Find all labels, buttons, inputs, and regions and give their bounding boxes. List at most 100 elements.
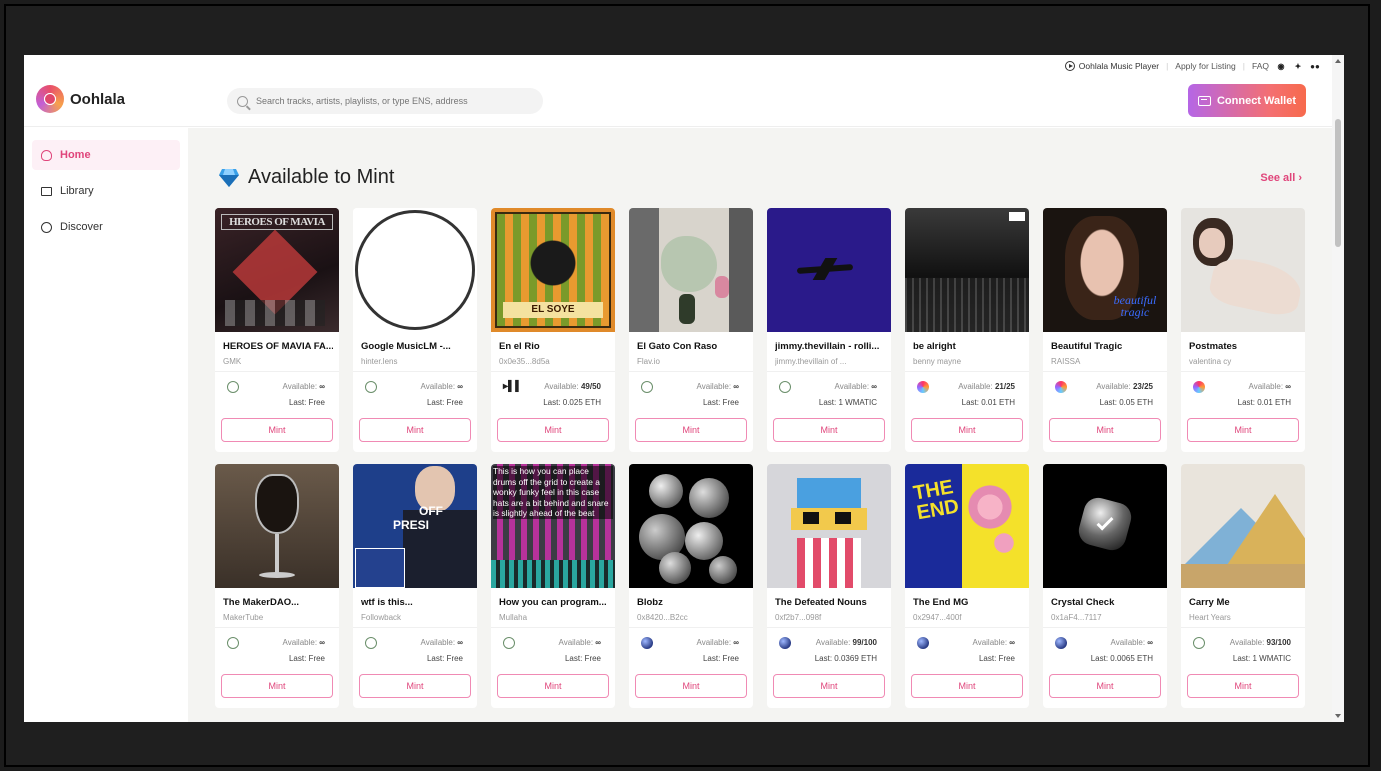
mint-button[interactable]: Mint <box>1049 418 1161 442</box>
track-title[interactable]: The MakerDAO... <box>223 597 333 608</box>
faq-link[interactable]: FAQ <box>1252 61 1269 71</box>
cover-art[interactable] <box>1043 464 1167 588</box>
scroll-up-arrow-icon[interactable] <box>1335 59 1341 63</box>
mint-button[interactable]: Mint <box>1187 674 1299 698</box>
sidebar-item-home[interactable]: Home <box>32 140 180 170</box>
track-artist[interactable]: 0x0e35...8d5a <box>499 357 609 366</box>
track-artist[interactable]: benny mayne <box>913 357 1023 366</box>
sidebar-item-library[interactable]: Library <box>32 176 180 206</box>
track-title[interactable]: The End MG <box>913 597 1023 608</box>
cover-art[interactable]: This is how you can place drums off the … <box>491 464 615 588</box>
search-bar[interactable] <box>227 88 543 114</box>
track-title[interactable]: Google MusicLM -... <box>361 341 471 352</box>
track-card[interactable]: THE END The End MG 0x2947...400f Availabl… <box>905 464 1029 708</box>
cover-art[interactable] <box>767 464 891 588</box>
mint-button[interactable]: Mint <box>359 418 471 442</box>
music-player-link[interactable]: Oohlala Music Player <box>1064 61 1159 71</box>
track-title[interactable]: Blobz <box>637 597 747 608</box>
track-title[interactable]: El Gato Con Raso <box>637 341 747 352</box>
cover-art[interactable] <box>1181 464 1305 588</box>
track-card[interactable]: Crystal Check 0x1aF4...7117 Available: ∞… <box>1043 464 1167 708</box>
track-card[interactable]: be alright benny mayne Available: 21/25 … <box>905 208 1029 452</box>
track-artist[interactable]: jimmy.thevillain of ... <box>775 357 885 366</box>
cover-art[interactable]: EL SOYE <box>491 208 615 332</box>
track-title[interactable]: Carry Me <box>1189 597 1299 608</box>
mint-button[interactable]: Mint <box>773 418 885 442</box>
track-card[interactable]: Google MusicLM -... hinter.lens Availabl… <box>353 208 477 452</box>
cover-art[interactable] <box>905 208 1029 332</box>
mint-button[interactable]: Mint <box>773 674 885 698</box>
cover-art[interactable] <box>767 208 891 332</box>
mint-button[interactable]: Mint <box>1187 418 1299 442</box>
cover-art[interactable] <box>629 208 753 332</box>
scrollbar-thumb[interactable] <box>1335 119 1341 247</box>
track-card[interactable]: Blobz 0x8420...B2cc Available: ∞ Last: F… <box>629 464 753 708</box>
cover-art[interactable] <box>215 464 339 588</box>
track-artist[interactable]: Flav.io <box>637 357 747 366</box>
track-title[interactable]: Postmates <box>1189 341 1299 352</box>
track-card[interactable]: HEROES OF MAVIA HEROES OF MAVIA FA... GM… <box>215 208 339 452</box>
track-artist[interactable]: 0x1aF4...7117 <box>1051 613 1161 622</box>
track-artist[interactable]: 0xf2b7...098f <box>775 613 885 622</box>
cover-art[interactable] <box>1181 208 1305 332</box>
track-artist[interactable]: Followback <box>361 613 471 622</box>
cover-art[interactable]: THE END <box>905 464 1029 588</box>
discord-icon[interactable]: ◉ <box>1276 61 1286 71</box>
track-artist[interactable]: RAISSA <box>1051 357 1161 366</box>
track-card[interactable]: Carry Me Heart Years Available: 93/100 L… <box>1181 464 1305 708</box>
track-card[interactable]: The MakerDAO... MakerTube Available: ∞ L… <box>215 464 339 708</box>
track-title[interactable]: be alright <box>913 341 1023 352</box>
mint-button[interactable]: Mint <box>1049 674 1161 698</box>
track-artist[interactable]: hinter.lens <box>361 357 471 366</box>
cover-art[interactable]: beautiful tragic <box>1043 208 1167 332</box>
track-card[interactable]: The Defeated Nouns 0xf2b7...098f Availab… <box>767 464 891 708</box>
track-card[interactable]: El Gato Con Raso Flav.io Available: ∞ La… <box>629 208 753 452</box>
cover-art[interactable]: HEROES OF MAVIA <box>215 208 339 332</box>
mint-button[interactable]: Mint <box>359 674 471 698</box>
track-artist[interactable]: MakerTube <box>223 613 333 622</box>
mint-button[interactable]: Mint <box>497 418 609 442</box>
mint-button[interactable]: Mint <box>221 674 333 698</box>
mint-button[interactable]: Mint <box>635 674 747 698</box>
search-input[interactable] <box>256 96 526 106</box>
mint-button[interactable]: Mint <box>635 418 747 442</box>
mint-button[interactable]: Mint <box>911 418 1023 442</box>
sidebar-item-discover[interactable]: Discover <box>32 212 180 242</box>
medium-icon[interactable]: ●● <box>1310 61 1320 71</box>
cover-art[interactable]: OFF PRESI <box>353 464 477 588</box>
track-title[interactable]: Beautiful Tragic <box>1051 341 1161 352</box>
apply-listing-link[interactable]: Apply for Listing <box>1175 61 1235 71</box>
track-title[interactable]: The Defeated Nouns <box>775 597 885 608</box>
twitter-icon[interactable]: ✦ <box>1293 61 1303 71</box>
track-artist[interactable]: GMK <box>223 357 333 366</box>
app-window: Oohlala Music Player | Apply for Listing… <box>24 55 1344 722</box>
track-card[interactable]: beautiful tragic Beautiful Tragic RAISSA… <box>1043 208 1167 452</box>
track-title[interactable]: wtf is this... <box>361 597 471 608</box>
track-card[interactable]: OFF PRESI wtf is this... Followback Avai… <box>353 464 477 708</box>
track-title[interactable]: jimmy.thevillain - rolli... <box>775 341 885 352</box>
brand-logo[interactable]: Oohlala <box>36 85 125 113</box>
mint-button[interactable]: Mint <box>221 418 333 442</box>
track-artist[interactable]: 0x8420...B2cc <box>637 613 747 622</box>
cover-art[interactable] <box>629 464 753 588</box>
divider <box>767 371 891 372</box>
connect-wallet-button[interactable]: Connect Wallet <box>1188 84 1306 117</box>
scroll-down-arrow-icon[interactable] <box>1335 714 1341 718</box>
track-card[interactable]: jimmy.thevillain - rolli... jimmy.thevil… <box>767 208 891 452</box>
cover-art[interactable] <box>353 208 477 332</box>
track-title[interactable]: How you can program... <box>499 597 609 608</box>
track-title[interactable]: Crystal Check <box>1051 597 1161 608</box>
track-artist[interactable]: valentina cy <box>1189 357 1299 366</box>
track-artist[interactable]: Heart Years <box>1189 613 1299 622</box>
track-title[interactable]: HEROES OF MAVIA FA... <box>223 341 333 352</box>
track-artist[interactable]: 0x2947...400f <box>913 613 1023 622</box>
track-card[interactable]: This is how you can place drums off the … <box>491 464 615 708</box>
mint-button[interactable]: Mint <box>911 674 1023 698</box>
see-all-link[interactable]: See all › <box>1260 172 1302 184</box>
scrollbar[interactable] <box>1332 55 1344 722</box>
track-title[interactable]: En el Rio <box>499 341 609 352</box>
mint-button[interactable]: Mint <box>497 674 609 698</box>
track-card[interactable]: Postmates valentina cy Available: ∞ Last… <box>1181 208 1305 452</box>
track-artist[interactable]: Mullaha <box>499 613 609 622</box>
track-card[interactable]: EL SOYE En el Rio 0x0e35...8d5a ▸▌▌ Avai… <box>491 208 615 452</box>
